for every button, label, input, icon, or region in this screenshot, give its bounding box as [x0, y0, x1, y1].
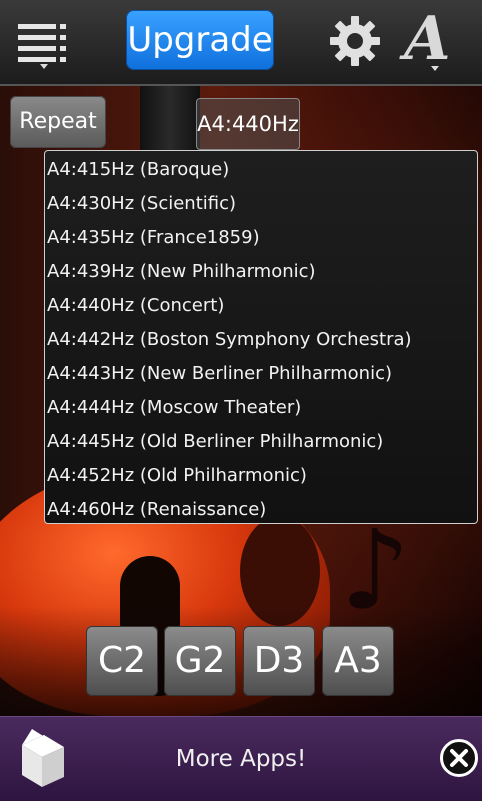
note-button-g2[interactable]: G2 — [164, 626, 236, 696]
ad-banner[interactable]: More Apps! — [0, 716, 482, 801]
font-style-button[interactable]: A — [400, 4, 470, 74]
top-toolbar: Upgrade A — [0, 0, 482, 86]
frequency-option[interactable]: A4:460Hz (Renaissance) — [47, 493, 266, 527]
close-icon[interactable] — [440, 739, 478, 777]
note-button-c2[interactable]: C2 — [86, 626, 158, 696]
frequency-dropdown: A4:415Hz (Baroque) A4:430Hz (Scientific)… — [44, 150, 478, 524]
gear-icon[interactable] — [326, 12, 384, 70]
frequency-option[interactable]: A4:442Hz (Boston Symphony Orchestra) — [47, 323, 412, 357]
font-letter-icon: A — [404, 4, 451, 74]
dropdown-triangle-icon — [40, 64, 48, 69]
note-button-d3[interactable]: D3 — [243, 626, 315, 696]
frequency-option[interactable]: A4:452Hz (Old Philharmonic) — [47, 459, 307, 493]
upgrade-button[interactable]: Upgrade — [126, 10, 274, 70]
more-apps-text: More Apps! — [175, 746, 307, 772]
frequency-option[interactable]: A4:430Hz (Scientific) — [47, 187, 236, 221]
dropdown-triangle-icon — [431, 66, 439, 71]
repeat-button[interactable]: Repeat — [10, 96, 106, 148]
note-button-a3[interactable]: A3 — [322, 626, 394, 696]
frequency-option[interactable]: A4:415Hz (Baroque) — [47, 153, 229, 187]
frequency-selector[interactable]: A4:440Hz — [196, 98, 300, 150]
frequency-option[interactable]: A4:443Hz (New Berliner Philharmonic) — [47, 357, 392, 391]
frequency-option[interactable]: A4:445Hz (Old Berliner Philharmonic) — [47, 425, 383, 459]
frequency-option[interactable]: A4:439Hz (New Philharmonic) — [47, 255, 316, 289]
list-menu-icon[interactable] — [14, 14, 74, 70]
frequency-option[interactable]: A4:435Hz (France1859) — [47, 221, 260, 255]
frequency-option[interactable]: A4:444Hz (Moscow Theater) — [47, 391, 301, 425]
stage-floor-shadow — [0, 606, 482, 716]
frequency-option[interactable]: A4:440Hz (Concert) — [47, 289, 224, 323]
